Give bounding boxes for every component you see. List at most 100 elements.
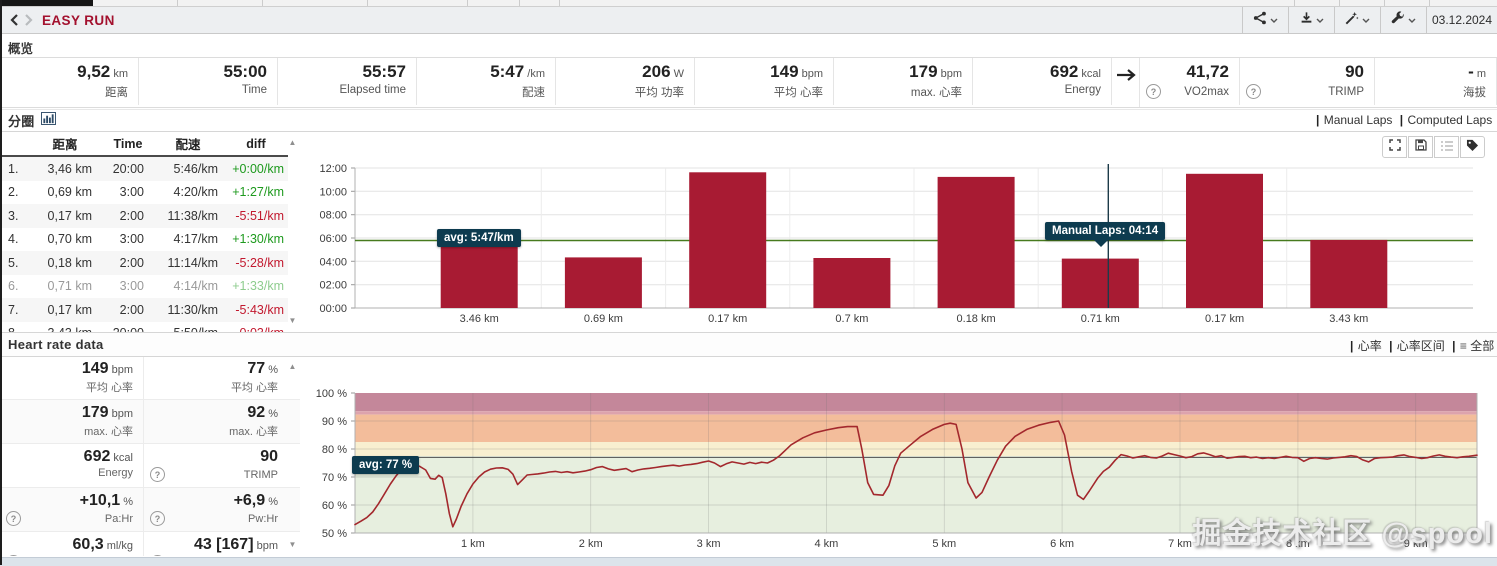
back-chevron-icon[interactable] — [10, 14, 19, 26]
help-icon[interactable]: ? — [150, 555, 165, 556]
laps-scrollbar[interactable]: ▲ ▼ — [287, 136, 298, 328]
svg-text:3.46 km: 3.46 km — [460, 313, 499, 325]
svg-text:6 km: 6 km — [1050, 538, 1074, 550]
laps-col-header: 配速 — [152, 132, 224, 156]
svg-text:90 %: 90 % — [322, 416, 347, 428]
settings-button[interactable] — [1380, 7, 1426, 33]
laps-col-header: Time — [104, 132, 152, 156]
help-icon[interactable]: ? — [1146, 84, 1161, 99]
download-button[interactable] — [1288, 7, 1334, 33]
svg-text:00:00: 00:00 — [319, 303, 347, 315]
hr-stats-scrollbar[interactable]: ▲ ▼ — [287, 360, 298, 552]
laps-header-row: 距离Time配速diff — [0, 132, 288, 156]
scroll-down-arrow-icon[interactable]: ▼ — [287, 316, 298, 326]
tab-computed-laps[interactable]: Computed Laps — [1400, 113, 1492, 127]
forward-chevron-icon[interactable] — [24, 14, 33, 26]
hr-section-header: Heart rate data 心率 心率区间 ≡ 全部 — [0, 333, 1497, 356]
laps-table-panel: 距离Time配速diff1.3,46 km20:005:46/km+0:00/k… — [0, 132, 300, 332]
disk-icon — [1415, 138, 1427, 156]
hr-avg-badge: avg: 77 % — [352, 456, 419, 474]
svg-text:06:00: 06:00 — [319, 233, 347, 245]
list-view-button[interactable] — [1434, 136, 1459, 158]
help-icon[interactable]: ? — [150, 511, 165, 526]
hr-stat-max. 心率: 179 bpmmax. 心率 — [0, 400, 144, 443]
laps-col-header: 距离 — [26, 132, 104, 156]
title-bar: EASY RUN 03.12.2024 — [0, 7, 1497, 34]
pace-avg-badge: avg: 5:47/km — [437, 229, 521, 247]
download-icon — [1300, 11, 1313, 30]
overview-stats-row: 9,52 km距离55:00Time55:57Elapsed time5:47 … — [0, 57, 1497, 108]
svg-text:2 km: 2 km — [579, 538, 603, 550]
toolbar: 03.12.2024 — [1242, 7, 1497, 33]
svg-text:3 km: 3 km — [697, 538, 721, 550]
lap-row: 5.0,18 km2:0011:14/km-5:28/km — [0, 251, 288, 275]
pace-chart-panel: 00:0002:0004:0006:0008:0010:0012:003.46 … — [300, 132, 1497, 332]
laps-col-header — [0, 132, 26, 156]
svg-text:70 %: 70 % — [322, 472, 347, 484]
overview-stat-VO2max: 41,72?VO2max — [1140, 58, 1240, 105]
chevron-down-icon — [1362, 11, 1370, 29]
tools-button[interactable] — [1334, 7, 1380, 33]
tab-manual-laps[interactable]: Manual Laps — [1316, 113, 1392, 127]
link-heart-rate[interactable]: 心率 — [1350, 339, 1382, 353]
link-all-label: 全部 — [1470, 339, 1494, 353]
hr-stat-TRIMP: 90?TRIMP — [144, 444, 288, 487]
hr-view-links: 心率 心率区间 ≡ 全部 — [1350, 337, 1497, 354]
hr-stat-平均 心率: 149 bpm平均 心率 — [0, 356, 144, 399]
svg-text:12:00: 12:00 — [319, 163, 347, 175]
chevron-down-icon — [1408, 11, 1416, 29]
svg-text:10:00: 10:00 — [319, 186, 347, 198]
svg-text:7 km: 7 km — [1168, 538, 1192, 550]
overview-stat-配速: 5:47 /km配速 — [417, 58, 556, 105]
share-icon — [1253, 11, 1267, 30]
hr-stat-Pw:Hr: +6,9 %?Pw:Hr — [144, 488, 288, 531]
svg-text:0.7 km: 0.7 km — [835, 313, 868, 325]
chevron-down-icon — [1316, 11, 1324, 29]
list-icon — [1441, 138, 1453, 156]
link-hr-zones[interactable]: 心率区间 — [1389, 339, 1445, 353]
activity-date[interactable]: 03.12.2024 — [1426, 7, 1497, 33]
lap-tooltip-value: 04:14 — [1129, 225, 1158, 237]
lap-row: 7.0,17 km2:0011:30/km-5:43/km — [0, 298, 288, 322]
menu-icon: ≡ — [1460, 339, 1467, 353]
lap-row: 2.0,69 km3:004:20/km+1:27/km — [0, 181, 288, 205]
overview-section-label: 概览 — [8, 42, 33, 56]
link-all[interactable]: ≡ 全部 — [1452, 339, 1494, 353]
expand-icon — [1389, 138, 1401, 156]
scroll-up-arrow-icon[interactable]: ▲ — [287, 138, 298, 148]
svg-text:08:00: 08:00 — [319, 210, 347, 222]
share-button[interactable] — [1242, 7, 1288, 33]
fullscreen-button[interactable] — [1382, 136, 1407, 158]
scroll-up-arrow-icon[interactable]: ▲ — [287, 362, 298, 372]
overview-stat-Energy: 692 kcalEnergy — [973, 58, 1112, 105]
laps-table: 距离Time配速diff1.3,46 km20:005:46/km+0:00/k… — [0, 132, 288, 332]
hr-stat-max. 心率: 92 %max. 心率 — [144, 400, 288, 443]
wrench-icon — [1391, 11, 1405, 30]
overview-stat-Time: 55:00Time — [139, 58, 278, 105]
arrow-right-icon[interactable] — [1112, 58, 1140, 107]
active-cell-marker — [0, 0, 93, 6]
breadcrumb: EASY RUN — [0, 13, 115, 28]
tag-button[interactable] — [1460, 136, 1485, 158]
hr-stats-panel: 149 bpm平均 心率77 %平均 心率179 bpmmax. 心率92 %m… — [0, 356, 300, 556]
page-title: EASY RUN — [42, 13, 115, 28]
chart-toolbar — [1382, 136, 1485, 158]
lap-row: 6.0,71 km3:004:14/km+1:33/km — [0, 275, 288, 299]
help-icon[interactable]: ? — [1246, 84, 1261, 99]
window-left-edge — [0, 0, 2, 565]
lap-row: 3.0,17 km2:0011:38/km-5:51/km — [0, 204, 288, 228]
top-cells-strip — [0, 0, 1497, 7]
svg-text:0.69 km: 0.69 km — [584, 313, 623, 325]
hr-stat-平均 心率: 77 %平均 心率 — [144, 356, 288, 399]
lap-row: 1.3,46 km20:005:46/km+0:00/km — [0, 156, 288, 181]
hr-stat-max. Heart rate: 43 [167] bpm?max. Heart rate — [144, 532, 288, 556]
help-icon[interactable]: ? — [6, 511, 21, 526]
svg-text:60 %: 60 % — [322, 500, 347, 512]
hr-stat-Energy: 692 kcalEnergy — [0, 444, 144, 487]
overview-stat-TRIMP: 90?TRIMP — [1240, 58, 1375, 105]
scroll-down-arrow-icon[interactable]: ▼ — [287, 540, 298, 550]
save-image-button[interactable] — [1408, 136, 1433, 158]
help-icon[interactable]: ? — [150, 467, 165, 482]
svg-text:5 km: 5 km — [932, 538, 956, 550]
help-icon[interactable]: ? — [6, 555, 21, 556]
